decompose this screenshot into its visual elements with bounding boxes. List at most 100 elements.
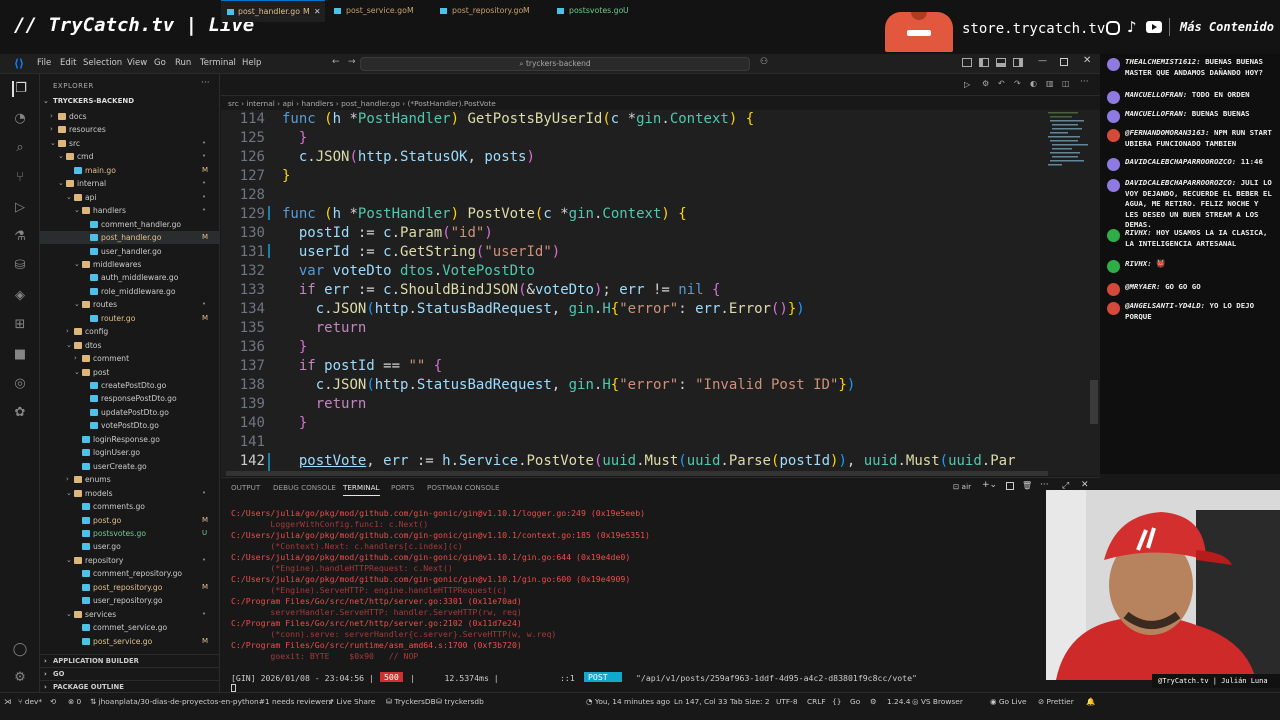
tab-post-handler[interactable]: post_handler.go M ✕ (221, 0, 325, 22)
tree-item[interactable]: role_middleware.go (40, 285, 220, 298)
close-window-icon[interactable]: ✕ (1083, 55, 1091, 66)
testing-icon[interactable]: ⚗ (12, 229, 28, 245)
remote-explorer-icon[interactable]: ■ (12, 347, 28, 363)
menu-run[interactable]: Run (175, 58, 191, 68)
tree-item[interactable]: comment_repository.go (40, 567, 220, 580)
layout-icon[interactable] (962, 58, 972, 67)
tree-item[interactable]: createPostDto.go (40, 379, 220, 392)
tree-item[interactable]: post.go M (40, 514, 220, 527)
panel-tab-terminal[interactable]: TERMINAL (343, 483, 380, 496)
tab-post-service[interactable]: post_service.go M (329, 0, 429, 22)
copilot-icon[interactable]: ⚇ (760, 57, 768, 67)
tree-item[interactable]: post_repository.go M (40, 581, 220, 594)
postman-icon[interactable]: ◎ (12, 376, 28, 392)
timeline-icon[interactable]: ◔ (12, 111, 28, 127)
menu-terminal[interactable]: Terminal (200, 58, 236, 68)
pr-indicator[interactable]: ⇅ jhoanplata/30-dias-de-proyectos-en-pyt… (90, 697, 333, 706)
docker-icon[interactable]: ◈ (12, 288, 28, 304)
git-blame[interactable]: ◔ You, 14 minutes ago (586, 697, 670, 706)
db-connection-2[interactable]: ⛁ tryckersdb (436, 697, 484, 706)
braces-icon[interactable]: {} (832, 697, 841, 706)
menu-help[interactable]: Help (242, 58, 261, 68)
end-of-line[interactable]: CRLF (807, 697, 826, 706)
live-share[interactable]: ↗ Live Share (328, 697, 375, 706)
tree-item[interactable]: auth_middleware.go (40, 271, 220, 284)
minimize-icon[interactable]: — (1038, 56, 1047, 66)
menu-edit[interactable]: Edit (60, 58, 76, 68)
section-go[interactable]: › GO (40, 667, 220, 680)
tree-item[interactable]: ⌄ middlewares (40, 258, 220, 271)
account-icon[interactable]: ◯ (12, 642, 28, 658)
workspace-root[interactable]: ⌄ TRYCKERS-BACKEND (40, 97, 220, 109)
run-debug-icon[interactable]: ▷ (12, 200, 28, 216)
minimap[interactable] (1048, 112, 1090, 172)
language-mode[interactable]: Go (850, 697, 860, 706)
indentation[interactable]: Tab Size: 2 (730, 697, 770, 706)
tab-postsvotes[interactable]: postsvotes.go U (552, 0, 642, 22)
tree-item[interactable]: responsePostDto.go (40, 392, 220, 405)
tree-item[interactable]: ⌄ routes • (40, 298, 220, 311)
db-connection[interactable]: ⛁ TryckersDB (386, 697, 436, 706)
panel-tab-output[interactable]: OUTPUT (231, 483, 260, 492)
tree-item[interactable]: comment_handler.go (40, 218, 220, 231)
tree-item[interactable]: ⌄ repository • (40, 554, 220, 567)
new-terminal-icon[interactable]: +⌄ (982, 480, 997, 490)
kill-terminal-icon[interactable]: 🗑 (1022, 481, 1032, 490)
database-icon[interactable]: ⛁ (12, 258, 28, 274)
go-status-icon[interactable]: ⚙ (870, 697, 877, 706)
back-arrow-icon[interactable]: ← (332, 57, 340, 67)
tree-item[interactable]: ⌄ services • (40, 608, 220, 621)
toggle-panel-icon[interactable] (996, 58, 1006, 67)
breadcrumb[interactable]: src › internal › api › handlers › post_h… (228, 99, 496, 108)
tree-item[interactable]: ⌄ post (40, 366, 220, 379)
tree-item[interactable]: comments.go (40, 500, 220, 513)
tree-item[interactable]: › resources (40, 123, 220, 136)
menu-file[interactable]: File (37, 58, 51, 68)
tree-item[interactable]: user_repository.go (40, 594, 220, 607)
go-version[interactable]: 1.24.4 (887, 697, 911, 706)
tree-item[interactable]: userCreate.go (40, 460, 220, 473)
sync-icon[interactable]: ⟲ (50, 697, 56, 706)
tree-item[interactable]: ⌄ cmd • (40, 150, 220, 163)
tree-item[interactable]: router.go M (40, 312, 220, 325)
terminal-shell-selector[interactable]: ⊡ air (953, 482, 971, 491)
tree-item[interactable]: ⌄ internal • (40, 177, 220, 190)
prettier[interactable]: ⊘ Prettier (1038, 697, 1074, 706)
tree-item[interactable]: ⌄ src • (40, 137, 220, 150)
menu-view[interactable]: View (127, 58, 147, 68)
run-icon[interactable]: ▷ (964, 80, 970, 89)
split-terminal-icon[interactable] (1006, 482, 1014, 490)
tree-item[interactable]: main.go M (40, 164, 220, 177)
remote-icon[interactable]: ⋊ (4, 697, 11, 706)
tree-item[interactable]: votePostDto.go (40, 419, 220, 432)
vs-browser[interactable]: ◎ VS Browser (912, 697, 963, 706)
compare-icon[interactable]: ◐ (1030, 79, 1037, 88)
panel-tab-ports[interactable]: PORTS (391, 483, 414, 492)
tab-post-repository[interactable]: post_repository.go M (435, 0, 545, 22)
branch-indicator[interactable]: ⑂ dev* (18, 697, 42, 706)
manage-gear-icon[interactable]: ⚙ (12, 670, 28, 686)
panel-more-icon[interactable]: ··· (1040, 480, 1049, 490)
open-changes-icon[interactable]: ◫ (1062, 79, 1070, 88)
tree-item[interactable]: post_service.go M (40, 635, 220, 648)
toggle-sidebar-icon[interactable] (979, 58, 989, 67)
encoding[interactable]: UTF-8 (776, 697, 798, 706)
toggle-secondary-sidebar-icon[interactable] (1013, 58, 1023, 67)
tree-item[interactable]: updatePostDto.go (40, 406, 220, 419)
cursor-position[interactable]: Ln 147, Col 33 (674, 697, 727, 706)
go-live[interactable]: ◉ Go Live (990, 697, 1027, 706)
puzzle-icon[interactable]: ✿ (12, 405, 28, 421)
command-center-search[interactable]: ⌕ tryckers-backend (360, 57, 750, 71)
source-control-icon[interactable]: ⑂ (12, 170, 28, 186)
tree-item[interactable]: › config (40, 325, 220, 338)
tree-item[interactable]: user_handler.go (40, 245, 220, 258)
panel-tab-postman-console[interactable]: POSTMAN CONSOLE (427, 483, 500, 492)
menu-selection[interactable]: Selection (83, 58, 122, 68)
tree-item[interactable]: ⌄ models • (40, 487, 220, 500)
editor-more-icon[interactable]: ··· (1080, 77, 1089, 87)
tree-item[interactable]: postsvotes.go U (40, 527, 220, 540)
tree-item[interactable]: post_handler.go M (40, 231, 220, 245)
search-view-icon[interactable]: ⌕ (12, 140, 28, 156)
tree-item[interactable]: › enums (40, 473, 220, 486)
editor-scrollbar[interactable] (1090, 380, 1098, 424)
